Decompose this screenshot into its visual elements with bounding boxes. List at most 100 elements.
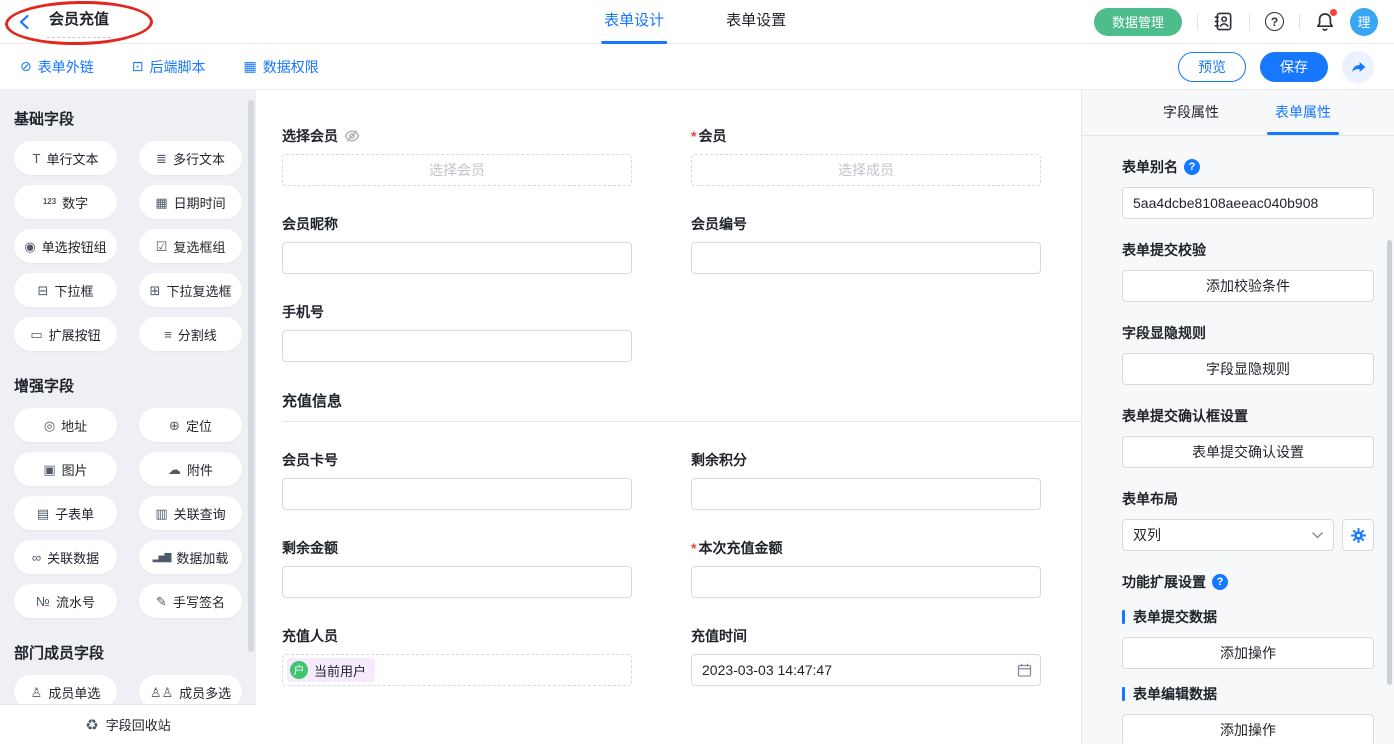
field-member-no[interactable]: 会员编号 xyxy=(691,214,1041,274)
preview-button[interactable]: 预览 xyxy=(1178,52,1246,82)
link-chain-icon: ∞ xyxy=(32,551,41,564)
palette-item-single-line-text[interactable]: T 单行文本 xyxy=(14,141,117,175)
palette-item-datetime[interactable]: ▦ 日期时间 xyxy=(139,185,242,219)
pen-icon: ✎ xyxy=(156,595,167,608)
script-icon: ⊡ xyxy=(132,58,144,75)
field-select-member[interactable]: 选择会员 xyxy=(282,126,632,186)
section-title-member-fields: 部门成员字段 xyxy=(14,642,242,663)
submit-confirm-button[interactable]: 表单提交确认设置 xyxy=(1122,436,1374,468)
phone-input[interactable] xyxy=(282,330,632,362)
notifications-button[interactable] xyxy=(1315,11,1335,32)
recharge-amount-input[interactable] xyxy=(691,566,1041,598)
main-tabs: 表单设计 表单设置 xyxy=(604,0,786,44)
palette-item-divider[interactable]: ≡ 分割线 xyxy=(139,317,242,351)
bar-chart-icon: ▂▅▇ xyxy=(153,553,171,562)
accent-bar xyxy=(1122,610,1125,624)
field-palette: 基础字段 T 单行文本 ≣ 多行文本 123 数字 ▦ 日期时间 xyxy=(0,90,256,744)
palette-item-data-load[interactable]: ▂▅▇ 数据加载 xyxy=(139,540,242,574)
field-phone[interactable]: 手机号 xyxy=(282,302,632,362)
palette-item-extend-button[interactable]: ▭ 扩展按钮 xyxy=(14,317,117,351)
save-button[interactable]: 保存 xyxy=(1260,52,1328,82)
form-external-link-button[interactable]: ⊘ 表单外链 xyxy=(20,57,94,77)
palette-item-address[interactable]: ◎ 地址 xyxy=(14,408,117,442)
form-layout-select[interactable]: 双列 xyxy=(1122,519,1334,551)
field-label: 会员昵称 xyxy=(282,214,338,234)
palette-item-relation-query[interactable]: ▥ 关联查询 xyxy=(139,496,242,530)
card-no-input[interactable] xyxy=(282,478,632,510)
operator-input[interactable]: 户 当前用户 xyxy=(282,654,632,686)
recharge-time-input[interactable] xyxy=(691,654,1041,686)
member-no-input[interactable] xyxy=(691,242,1041,274)
data-manage-button[interactable]: 数据管理 xyxy=(1094,8,1182,36)
palette-item-label: 地址 xyxy=(61,416,87,435)
extend-button-icon: ▭ xyxy=(30,328,42,341)
tab-form-design[interactable]: 表单设计 xyxy=(604,0,664,44)
link-icon: ⊘ xyxy=(20,58,32,75)
share-button[interactable] xyxy=(1342,51,1374,83)
person-icon: ♙ xyxy=(31,686,43,699)
palette-item-attachment[interactable]: ☁ 附件 xyxy=(139,452,242,486)
palette-item-image[interactable]: ▣ 图片 xyxy=(14,452,117,486)
palette-item-label: 关联数据 xyxy=(47,548,99,567)
help-button[interactable]: ? xyxy=(1265,12,1284,31)
contacts-button[interactable] xyxy=(1213,11,1234,32)
palette-item-label: 成员多选 xyxy=(179,683,231,702)
panel-scrollbar[interactable] xyxy=(1387,240,1392,685)
help-icon[interactable]: ? xyxy=(1212,574,1228,590)
tab-field-properties[interactable]: 字段属性 xyxy=(1163,90,1219,135)
field-member[interactable]: *会员 xyxy=(691,126,1041,186)
form-canvas[interactable]: 选择会员 *会员 会员昵称 xyxy=(256,90,1081,744)
field-balance[interactable]: 剩余金额 xyxy=(282,538,632,598)
select-member-input[interactable] xyxy=(282,154,632,186)
field-label: 剩余金额 xyxy=(282,538,338,558)
layout-settings-button[interactable] xyxy=(1342,519,1374,551)
field-card-no[interactable]: 会员卡号 xyxy=(282,450,632,510)
tab-form-properties[interactable]: 表单属性 xyxy=(1275,90,1331,135)
add-submit-action-button[interactable]: 添加操作 xyxy=(1122,637,1374,669)
palette-item-multi-select[interactable]: ⊞ 下拉复选框 xyxy=(139,273,242,307)
field-visibility-button[interactable]: 字段显隐规则 xyxy=(1122,353,1374,385)
palette-item-label: 日期时间 xyxy=(174,193,226,212)
user-avatar-icon: 户 xyxy=(290,661,308,679)
palette-item-location[interactable]: ⊕ 定位 xyxy=(139,408,242,442)
data-permission-button[interactable]: ▦ 数据权限 xyxy=(243,57,318,77)
palette-item-subform[interactable]: ▤ 子表单 xyxy=(14,496,117,530)
section-title-basic-fields: 基础字段 xyxy=(14,108,242,129)
palette-item-label: 图片 xyxy=(62,460,88,479)
add-validation-button[interactable]: 添加校验条件 xyxy=(1122,270,1374,302)
help-icon[interactable]: ? xyxy=(1184,159,1200,175)
single-line-text-icon: T xyxy=(33,152,41,165)
field-recharge-amount[interactable]: *本次充值金额 xyxy=(691,538,1041,598)
field-recycle-bin-button[interactable]: ♻ 字段回收站 xyxy=(0,704,256,744)
member-nickname-input[interactable] xyxy=(282,242,632,274)
palette-item-multi-line-text[interactable]: ≣ 多行文本 xyxy=(139,141,242,175)
palette-item-relation-data[interactable]: ∞ 关联数据 xyxy=(14,540,117,574)
add-edit-action-button[interactable]: 添加操作 xyxy=(1122,714,1374,744)
palette-item-serial-number[interactable]: № 流水号 xyxy=(14,584,117,618)
palette-item-signature[interactable]: ✎ 手写签名 xyxy=(139,584,242,618)
field-recharge-time[interactable]: 充值时间 xyxy=(691,626,1041,686)
backend-script-button[interactable]: ⊡ 后端脚本 xyxy=(132,57,206,77)
member-input[interactable] xyxy=(691,154,1041,186)
palette-item-label: 成员单选 xyxy=(48,683,100,702)
palette-item-select[interactable]: ⊟ 下拉框 xyxy=(14,273,117,307)
palette-item-radio-group[interactable]: ◉ 单选按钮组 xyxy=(14,229,117,263)
calendar-icon: ▦ xyxy=(155,196,167,209)
top-bar: 会员充值 表单设计 表单设置 数据管理 ? xyxy=(0,0,1394,44)
avatar[interactable]: 理 xyxy=(1350,8,1378,36)
balance-input[interactable] xyxy=(282,566,632,598)
palette-item-number[interactable]: 123 数字 xyxy=(14,185,117,219)
field-member-nickname[interactable]: 会员昵称 xyxy=(282,214,632,274)
section-divider[interactable]: 充值信息 xyxy=(282,390,1081,422)
palette-item-label: 单行文本 xyxy=(46,149,98,168)
tab-form-settings[interactable]: 表单设置 xyxy=(726,0,786,44)
field-operator[interactable]: 充值人员 户 当前用户 xyxy=(282,626,632,686)
divider-icon: ≡ xyxy=(164,328,172,341)
field-points[interactable]: 剩余积分 xyxy=(691,450,1041,510)
serial-number-icon: № xyxy=(36,595,50,608)
sidebar-scrollbar[interactable] xyxy=(248,100,254,652)
form-alias-input[interactable] xyxy=(1122,187,1374,219)
back-button[interactable] xyxy=(16,13,34,31)
points-input[interactable] xyxy=(691,478,1041,510)
palette-item-checkbox-group[interactable]: ☑ 复选框组 xyxy=(139,229,242,263)
